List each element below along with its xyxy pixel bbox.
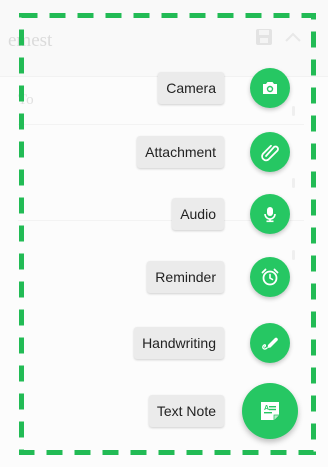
attachment-button[interactable] (250, 132, 290, 172)
handwriting-button[interactable] (250, 323, 290, 363)
fab-label-handwriting[interactable]: Handwriting (134, 327, 224, 359)
fab-item-audio[interactable]: Audio (0, 186, 328, 242)
paperclip-icon (261, 144, 279, 162)
fab-label-text-note[interactable]: Text Note (148, 395, 224, 427)
screen: emest To Camera Attachment Audio Reminde… (0, 0, 328, 467)
text-note-button[interactable]: A (242, 383, 298, 439)
reminder-button[interactable] (250, 257, 290, 297)
fab-label-audio[interactable]: Audio (172, 198, 224, 230)
fab-item-attachment[interactable]: Attachment (0, 124, 328, 180)
svg-text:A: A (264, 405, 269, 412)
fab-label-attachment[interactable]: Attachment (137, 136, 224, 168)
camera-icon (263, 82, 277, 94)
fab-item-reminder[interactable]: Reminder (0, 249, 328, 305)
microphone-icon (264, 207, 276, 223)
pen-icon (262, 337, 278, 350)
fab-item-handwriting[interactable]: Handwriting (0, 315, 328, 371)
fab-label-reminder[interactable]: Reminder (147, 261, 224, 293)
alarm-clock-icon (261, 268, 279, 286)
audio-button[interactable] (250, 194, 290, 234)
fab-label-camera[interactable]: Camera (158, 72, 224, 104)
text-note-icon: A (261, 402, 279, 420)
fab-item-text-note[interactable]: Text Note A (0, 383, 328, 439)
fab-item-camera[interactable]: Camera (0, 60, 328, 116)
camera-button[interactable] (250, 68, 290, 108)
